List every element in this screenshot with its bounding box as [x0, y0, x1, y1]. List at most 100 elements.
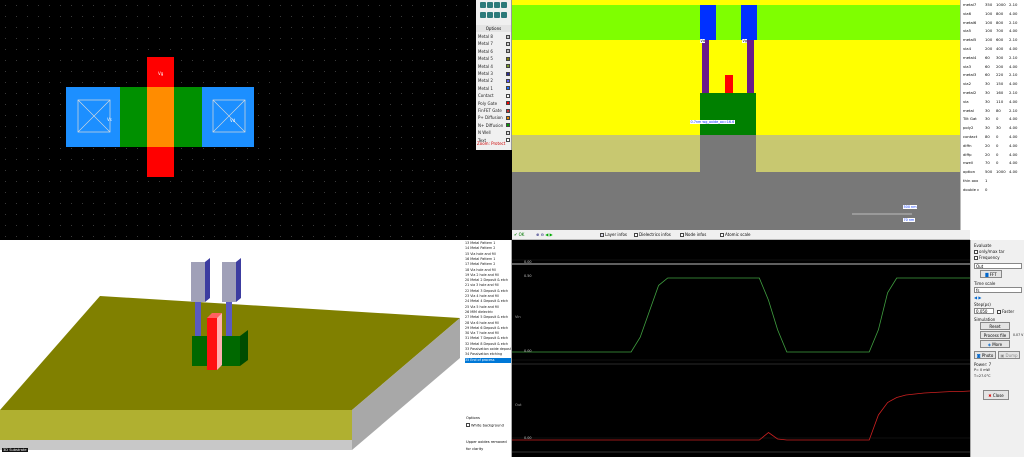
power-label: Power: 7	[974, 362, 992, 367]
palette-item[interactable]: Poly Gate	[478, 100, 512, 107]
active-window	[700, 135, 756, 172]
process-step[interactable]: 35 End of process	[465, 357, 511, 363]
close-icon: ✖	[988, 393, 992, 398]
layer-table-row[interactable]: diffp 20 0 4.00	[963, 151, 1023, 160]
cross-icon[interactable]	[493, 12, 500, 18]
gate-3d	[207, 318, 217, 370]
layer-table-row[interactable]: metal 30 80 2.10	[963, 107, 1023, 116]
time-scale-select[interactable]: fs	[974, 287, 1022, 293]
fit-icon[interactable]	[500, 2, 507, 8]
simulation-plot[interactable]: 0.00 0.50 0.00 0.00 Vin Out	[512, 240, 970, 457]
frequency-checkbox[interactable]: Frequency	[974, 255, 1000, 260]
layer-table-row[interactable]: metal7 350 1000 2.10	[963, 1, 1023, 10]
layer-table-cell: 30	[985, 81, 990, 87]
layer-table-row[interactable]: contact 80 0 4.00	[963, 133, 1023, 142]
layer-table-cell: 30	[985, 107, 990, 113]
time-right-icon[interactable]: ▶	[978, 295, 981, 300]
palette-item[interactable]: Metal 5	[478, 55, 512, 62]
node-infos-checkbox[interactable]: Node infos	[680, 232, 706, 238]
photo-button[interactable]: ◙ Photo	[974, 351, 996, 359]
layer-table-row[interactable]: diffn 20 0 4.00	[963, 142, 1023, 151]
layer-table-row[interactable]: via6 100 800 4.00	[963, 10, 1023, 19]
layer-table-cell: via2	[963, 81, 972, 87]
zoom-control[interactable]: Zoom: Protect	[477, 141, 505, 146]
waveform-chart	[512, 259, 970, 453]
layout-canvas[interactable]: Vg Vs Vd	[0, 0, 476, 240]
layer-table-row[interactable]: metal6 100 800 2.10	[963, 19, 1023, 28]
atomic-scale-checkbox[interactable]: Atomic scale	[720, 232, 750, 238]
layer-table-cell: 2.10	[1009, 37, 1018, 43]
layer-table-row[interactable]: nwell 70 0 4.00	[963, 159, 1023, 168]
layer-table-row[interactable]: metal3 60 220 2.10	[963, 71, 1023, 80]
layer-table-row[interactable]: Tilt Gat 30 0 4.00	[963, 115, 1023, 124]
faster-checkbox[interactable]: Faster	[997, 309, 1014, 314]
evaluate-select[interactable]: Out	[974, 263, 1022, 269]
layer-table-cell: 200	[996, 63, 1004, 69]
time-left-icon[interactable]: ◀	[974, 295, 977, 300]
layer-table-row[interactable]: via 30 110 4.00	[963, 98, 1023, 107]
layer-table-row[interactable]: thin oxx 1	[963, 177, 1023, 186]
palette-item[interactable]: Metal 2	[478, 77, 512, 84]
dump-button[interactable]: ▣ Dump	[998, 351, 1020, 359]
layer-table-cell: 80	[985, 134, 990, 139]
metal-3d-left-side	[205, 258, 210, 302]
rotate-icon[interactable]	[479, 12, 486, 18]
step-input[interactable]: 0.050	[974, 308, 994, 314]
layer-table-row[interactable]: via4 200 400 4.00	[963, 45, 1023, 54]
layer-infos-checkbox[interactable]: Layer infos	[600, 232, 627, 238]
layer-table-cell: 600	[996, 37, 1004, 43]
zoom-icons[interactable]: ⊕ ⊖ ◀ ▶	[536, 232, 553, 238]
zoom-icon[interactable]	[493, 2, 500, 8]
cross-section-view[interactable]: Vd Vg 0.7nm wg_oxide_ox=16.6 500 nm 70 n…	[512, 0, 960, 240]
top-oxide	[512, 0, 960, 5]
time-arrows[interactable]: ◀ ▶	[974, 295, 981, 300]
palette-item[interactable]: Contact	[478, 92, 512, 99]
grid-icon[interactable]	[500, 12, 507, 18]
layer-table-row[interactable]: poly2 30 30 4.00	[963, 124, 1023, 133]
palette-item[interactable]: Metal 7	[478, 40, 512, 47]
zoom-out-icon[interactable]: ⊖	[541, 232, 544, 237]
palette-item[interactable]: Metal 6	[478, 48, 512, 55]
palette-swatch	[506, 138, 510, 143]
layer-table-cell: double c	[963, 186, 980, 192]
layer-table-cell: 4.00	[1009, 160, 1018, 166]
scale-label-2: 70 nm	[903, 218, 915, 222]
layers-icon[interactable]	[486, 2, 493, 8]
layer-table-cell: 100	[985, 37, 993, 43]
palette-item[interactable]: P+ Diffusion	[478, 114, 512, 121]
cross-section-drawing	[512, 0, 960, 240]
reset-button[interactable]: Reset	[980, 322, 1010, 330]
view-icon[interactable]	[479, 2, 486, 8]
layer-table-row[interactable]: metal2 30 160 2.10	[963, 89, 1023, 98]
layer-table-row[interactable]: metal5 100 600 2.10	[963, 36, 1023, 45]
layer-table-row[interactable]: via3 60 200 4.00	[963, 63, 1023, 72]
palette-item[interactable]: N+ Diffusion	[478, 122, 512, 129]
pan-left-icon[interactable]: ◀	[545, 232, 548, 237]
zoom-in-icon[interactable]: ⊕	[536, 232, 539, 237]
move-icon[interactable]	[486, 12, 493, 18]
layer-table-cell: 4.00	[1009, 134, 1018, 139]
palette-item[interactable]: N Well	[478, 129, 512, 136]
palette-item[interactable]: Metal 4	[478, 63, 512, 70]
layer-table-row[interactable]: metal4 60 300 2.10	[963, 54, 1023, 63]
palette-item[interactable]: FinFET Gate	[478, 107, 512, 114]
ok-button[interactable]: ✔ OK	[514, 232, 524, 238]
process-file-button[interactable]: Process file	[980, 331, 1010, 339]
fft-button[interactable]: ▇ FFT	[980, 270, 1002, 278]
layer-table-cell: metal6	[963, 19, 977, 25]
layer-table-row[interactable]: via5 100 700 4.00	[963, 27, 1023, 36]
only-max-checkbox[interactable]: only/max tar	[974, 249, 1004, 254]
gate-overlap	[147, 87, 174, 147]
layer-table-row[interactable]: via2 30 150 4.00	[963, 80, 1023, 89]
more-button[interactable]: ◈ More	[980, 340, 1010, 348]
close-button[interactable]: ✖ Close	[983, 390, 1009, 400]
palette-item[interactable]: Metal 1	[478, 85, 512, 92]
pan-right-icon[interactable]: ▶	[550, 232, 553, 237]
layer-table-row[interactable]: option 500 1000 4.00	[963, 168, 1023, 177]
3d-view[interactable]: 3D Substrate	[0, 240, 464, 457]
palette-item[interactable]: Metal 8	[478, 33, 512, 40]
dielectrics-infos-checkbox[interactable]: Dielectrics infos	[634, 232, 671, 238]
layer-table-row[interactable]: double c 0	[963, 186, 1023, 195]
palette-item[interactable]: Metal 3	[478, 70, 512, 77]
white-bg-checkbox[interactable]: White background	[466, 423, 504, 428]
